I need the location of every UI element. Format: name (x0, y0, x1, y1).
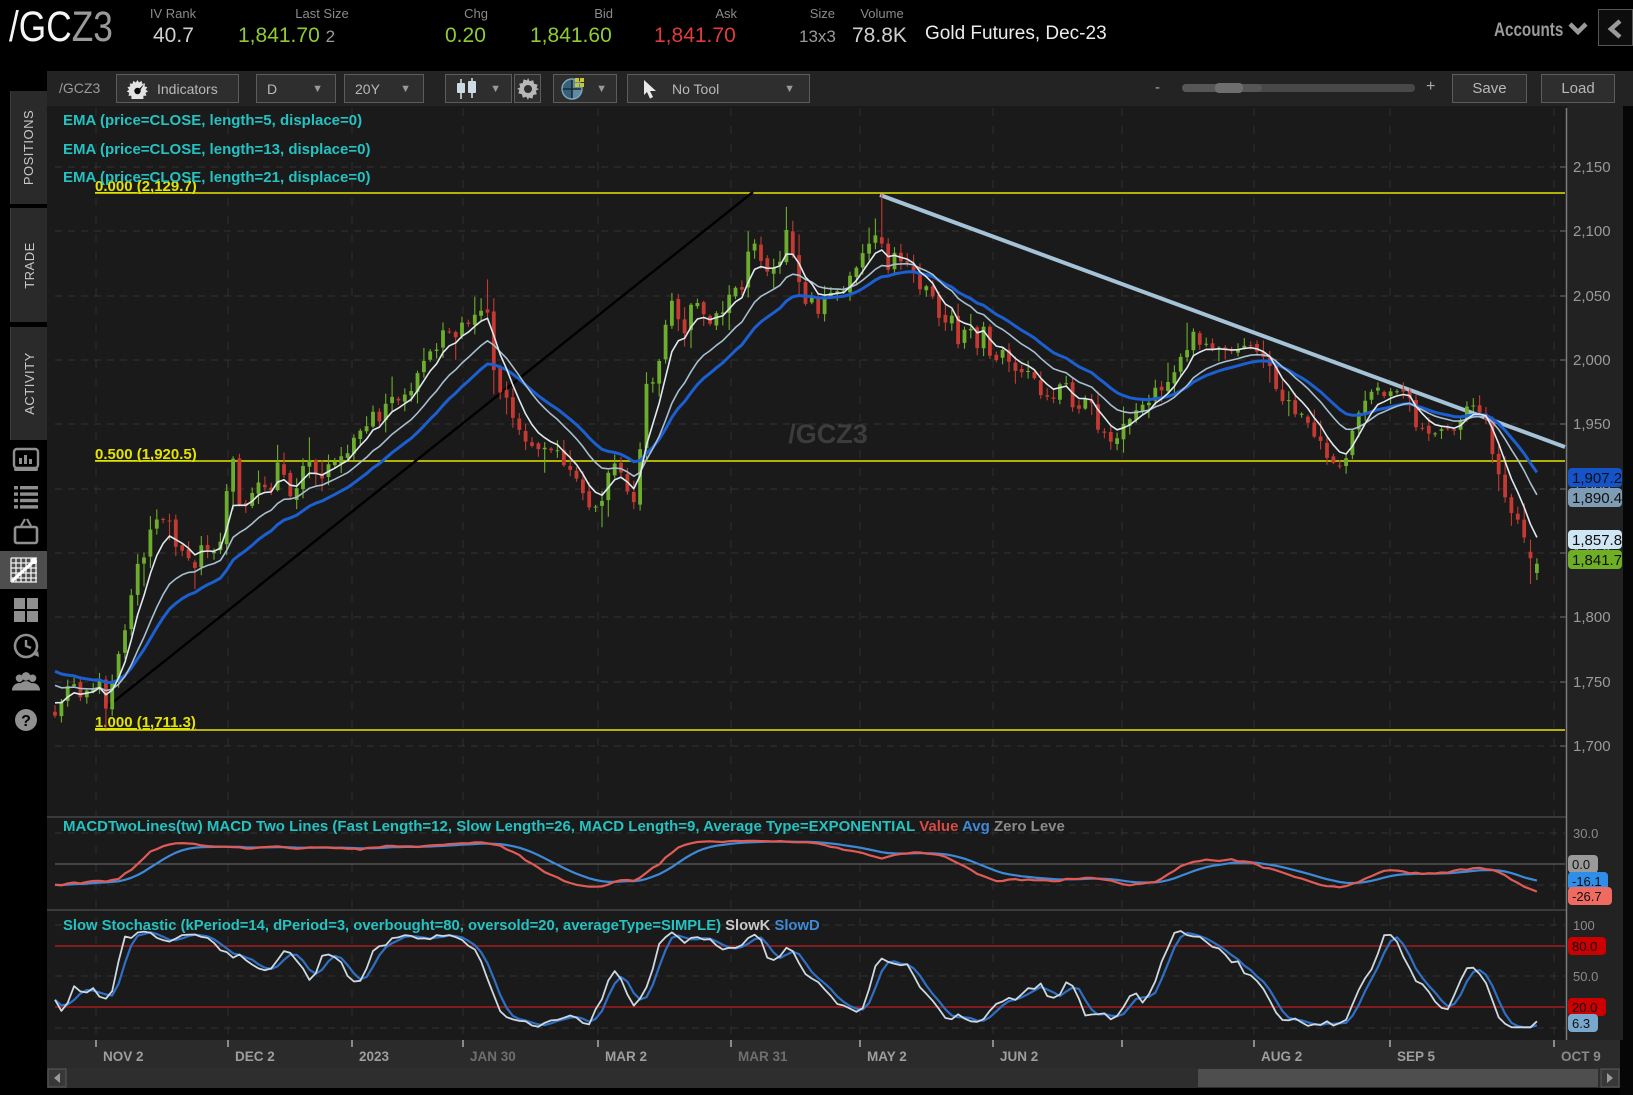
svg-text:1,950: 1,950 (1573, 416, 1611, 433)
svg-text:100: 100 (1573, 918, 1595, 933)
svg-text:JUN 2: JUN 2 (1000, 1049, 1038, 1064)
svg-text:OCT 9: OCT 9 (1561, 1049, 1601, 1064)
svg-text:2,100: 2,100 (1573, 223, 1611, 240)
svg-text:2,150: 2,150 (1573, 159, 1611, 176)
svg-text:1,750: 1,750 (1573, 674, 1611, 691)
svg-text:1,857.8: 1,857.8 (1572, 532, 1622, 549)
svg-text:-26.7: -26.7 (1572, 889, 1602, 904)
svg-text:EMA (price=CLOSE, length=5, di: EMA (price=CLOSE, length=5, displace=0) (63, 112, 362, 129)
svg-text:30.0: 30.0 (1573, 826, 1598, 841)
svg-text:2023: 2023 (359, 1049, 390, 1064)
svg-text:MACDTwoLines(tw) MACD Two Line: MACDTwoLines(tw) MACD Two Lines (Fast Le… (63, 818, 1065, 835)
svg-text:0.0: 0.0 (1572, 857, 1590, 872)
svg-text:MAY 2: MAY 2 (867, 1049, 907, 1064)
svg-text:1,841.7: 1,841.7 (1572, 552, 1622, 569)
svg-text:1,890.4: 1,890.4 (1572, 490, 1622, 507)
svg-text:-16.1: -16.1 (1572, 874, 1602, 889)
svg-text:2,050: 2,050 (1573, 288, 1611, 305)
svg-text:NOV 2: NOV 2 (103, 1049, 144, 1064)
svg-text:EMA (price=CLOSE, length=21, d: EMA (price=CLOSE, length=21, displace=0) (63, 169, 370, 186)
svg-text:50.0: 50.0 (1573, 969, 1598, 984)
svg-text:MAR 2: MAR 2 (605, 1049, 647, 1064)
svg-text:MAR 31: MAR 31 (738, 1049, 788, 1064)
svg-text:AUG 2: AUG 2 (1261, 1049, 1302, 1064)
svg-text:Slow Stochastic (kPeriod=14, d: Slow Stochastic (kPeriod=14, dPeriod=3, … (63, 918, 820, 934)
svg-text:80.0: 80.0 (1572, 939, 1597, 954)
svg-text:DEC 2: DEC 2 (235, 1049, 275, 1064)
svg-text:1,800: 1,800 (1573, 609, 1611, 626)
svg-text:1,907.2: 1,907.2 (1572, 470, 1622, 487)
svg-text:0.500 (1,920.5): 0.500 (1,920.5) (95, 446, 197, 463)
svg-text:EMA (price=CLOSE, length=13, d: EMA (price=CLOSE, length=13, displace=0) (63, 141, 370, 158)
svg-text:1.000 (1,711.3): 1.000 (1,711.3) (95, 714, 196, 731)
svg-text:2,000: 2,000 (1573, 352, 1611, 369)
svg-text:/GCZ3: /GCZ3 (788, 419, 868, 449)
svg-text:1,700: 1,700 (1573, 738, 1611, 755)
svg-text:JAN 30: JAN 30 (470, 1049, 516, 1064)
svg-text:?: ? (21, 713, 31, 730)
svg-text:20.0: 20.0 (1572, 1000, 1597, 1015)
svg-text:6.3: 6.3 (1572, 1016, 1590, 1031)
svg-text:SEP 5: SEP 5 (1397, 1049, 1436, 1064)
